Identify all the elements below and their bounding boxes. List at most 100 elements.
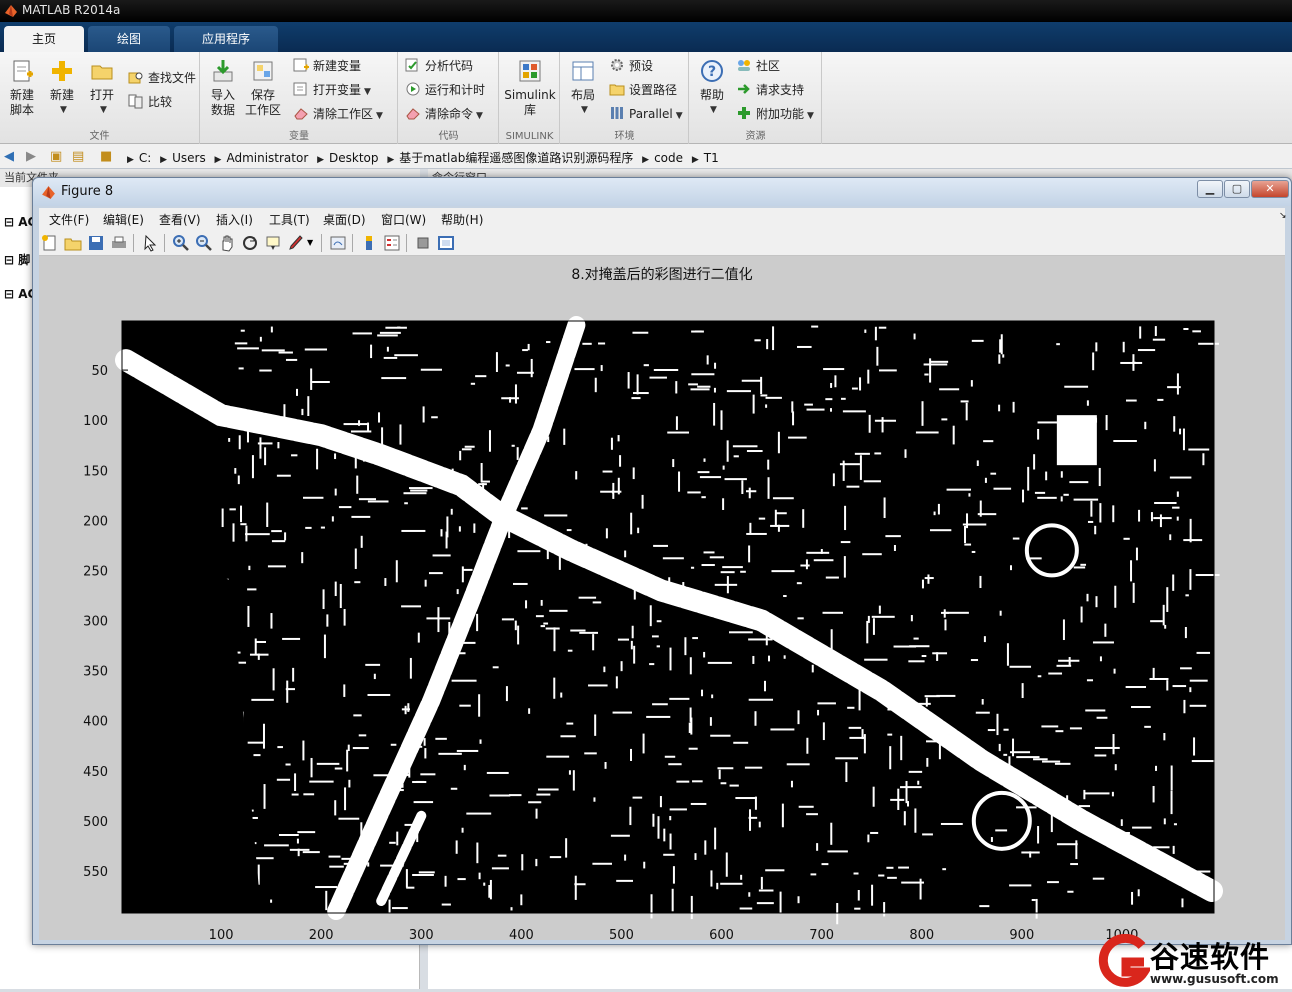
menu-view[interactable]: 查看(V) <box>159 211 201 228</box>
edge-speckle <box>765 396 782 399</box>
clear-commands-button[interactable]: 清除命令 ▼ <box>405 104 483 124</box>
clear-workspace-button[interactable]: 清除工作区 ▼ <box>293 104 383 124</box>
tab-plots[interactable]: 绘图 <box>88 26 170 52</box>
edge-speckle <box>878 874 885 877</box>
edge-speckle <box>987 729 996 732</box>
breadcrumb-item[interactable]: T1 <box>704 151 719 165</box>
menu-help[interactable]: 帮助(H) <box>441 211 483 228</box>
edge-speckle <box>813 559 834 562</box>
simulink-library-label: Simulink 库 <box>504 88 556 117</box>
edge-speckle <box>823 664 835 667</box>
edge-speckle <box>442 652 466 655</box>
tab-apps[interactable]: 应用程序 <box>174 26 278 52</box>
edge-speckle <box>806 551 830 554</box>
edge-speckle <box>470 382 476 385</box>
legend-icon[interactable] <box>383 234 401 252</box>
back-icon[interactable]: ◀ <box>4 149 14 164</box>
rotate-3d-icon[interactable] <box>241 234 259 252</box>
open-variable-button[interactable]: 打开变量 ▼ <box>293 80 371 100</box>
pointer-icon[interactable] <box>141 234 159 252</box>
edge-speckle <box>901 881 924 884</box>
edge-speckle <box>1131 891 1134 905</box>
compare-button[interactable]: 比较 <box>128 92 172 112</box>
plus-icon <box>52 61 72 81</box>
menu-edit[interactable]: 编辑(E) <box>103 211 144 228</box>
watermark: 谷速软件 www.gususoft.com <box>1096 933 1292 989</box>
import-data-button[interactable]: 导入 数据 <box>203 58 243 118</box>
figure-menubar: 文件(F) 编辑(E) 查看(V) 插入(I) 工具(T) 桌面(D) 窗口(W… <box>39 208 1287 230</box>
hide-plot-tools-icon[interactable] <box>414 234 432 252</box>
edge-speckle <box>842 410 866 413</box>
zoom-in-icon[interactable] <box>172 234 190 252</box>
edge-speckle <box>234 468 237 474</box>
edge-speckle <box>885 535 901 538</box>
menu-desktop[interactable]: 桌面(D) <box>323 211 366 228</box>
breadcrumb[interactable]: ▶ C: ▶ Users ▶ Administrator ▶ Desktop ▶ 基于ma… <box>122 149 719 166</box>
edge-speckle <box>1157 398 1164 401</box>
data-cursor-icon[interactable] <box>264 234 282 252</box>
x-tick-label: 500 <box>609 928 634 940</box>
edge-speckle <box>505 686 508 702</box>
breadcrumb-item[interactable]: Administrator <box>226 151 308 165</box>
figure-title-bar[interactable]: Figure 8 ▁ ▢ ✕ <box>33 178 1291 206</box>
edge-speckle <box>722 498 725 510</box>
new-figure-icon[interactable] <box>41 234 59 252</box>
run-and-time-button[interactable]: 运行和计时 <box>405 80 485 100</box>
print-icon[interactable] <box>110 234 128 252</box>
analyze-code-button[interactable]: 分析代码 <box>405 56 473 76</box>
menu-file[interactable]: 文件(F) <box>49 211 89 228</box>
up-folder-icon[interactable]: ▣ <box>50 149 62 164</box>
edge-speckle <box>1176 516 1179 521</box>
edge-speckle <box>396 831 399 846</box>
show-plot-tools-icon[interactable] <box>437 234 455 252</box>
add-ons-button[interactable]: 附加功能 ▼ <box>736 104 814 124</box>
set-path-button[interactable]: 设置路径 <box>609 80 677 100</box>
help-button[interactable]: ? 帮助 ▼ <box>692 58 732 118</box>
minimize-button[interactable]: ▁ <box>1197 180 1223 198</box>
menu-insert[interactable]: 插入(I) <box>216 211 253 228</box>
breadcrumb-item[interactable]: Users <box>172 151 206 165</box>
menubar-overflow-icon[interactable]: ↘ <box>1279 211 1287 221</box>
breadcrumb-item[interactable]: C: <box>139 151 151 165</box>
edge-speckle <box>309 780 334 783</box>
parallel-button[interactable]: Parallel ▼ <box>609 104 683 124</box>
open-file-icon[interactable] <box>64 234 82 252</box>
open-button[interactable]: 打开 ▼ <box>82 58 122 118</box>
edge-speckle <box>1002 354 1005 358</box>
breadcrumb-item[interactable]: code <box>654 151 683 165</box>
edge-speckle <box>228 438 231 442</box>
colorbar-icon[interactable] <box>360 234 378 252</box>
preferences-button[interactable]: 预设 <box>609 56 653 76</box>
edge-speckle <box>776 512 787 515</box>
breadcrumb-item[interactable]: Desktop <box>329 151 379 165</box>
new-variable-button[interactable]: 新建变量 <box>293 56 361 76</box>
layout-button[interactable]: 布局 ▼ <box>563 58 603 118</box>
close-button[interactable]: ✕ <box>1251 180 1289 198</box>
find-files-button[interactable]: 查找文件 <box>128 68 196 88</box>
edge-speckle <box>1180 667 1192 670</box>
save-icon[interactable] <box>87 234 105 252</box>
link-plot-icon[interactable] <box>329 234 347 252</box>
menu-tools[interactable]: 工具(T) <box>269 211 310 228</box>
tab-home[interactable]: 主页 <box>4 26 84 52</box>
maximize-button[interactable]: ▢ <box>1224 180 1250 198</box>
binary-image-axes[interactable]: 100 200 300 400 500 600 700 800 900 1000501001502… <box>39 256 1285 940</box>
file-list-item[interactable]: ⊟ 脚 <box>4 251 30 268</box>
browse-folder-icon[interactable]: ▤ <box>72 149 84 164</box>
zoom-out-icon[interactable] <box>195 234 213 252</box>
breadcrumb-item[interactable]: 基于matlab编程遥感图像道路识别源码程序 <box>399 151 633 165</box>
simulink-library-button[interactable]: Simulink 库 <box>504 58 556 118</box>
community-button[interactable]: 社区 <box>736 56 780 76</box>
request-support-button[interactable]: 请求支持 <box>736 80 804 100</box>
app-title-bar: MATLAB R2014a <box>0 0 1292 22</box>
menu-window[interactable]: 窗口(W) <box>381 211 426 228</box>
brush-icon[interactable] <box>287 234 305 252</box>
new-script-button[interactable]: 新建 脚本 <box>2 58 42 118</box>
pan-hand-icon[interactable] <box>218 234 236 252</box>
edge-speckle <box>797 710 800 725</box>
new-button[interactable]: 新建 ▼ <box>42 58 82 118</box>
save-workspace-button[interactable]: 保存 工作区 <box>243 58 283 118</box>
chevron-down-icon[interactable]: ▼ <box>307 234 325 252</box>
edge-speckle <box>267 565 286 568</box>
forward-icon[interactable]: ▶ <box>26 149 36 164</box>
